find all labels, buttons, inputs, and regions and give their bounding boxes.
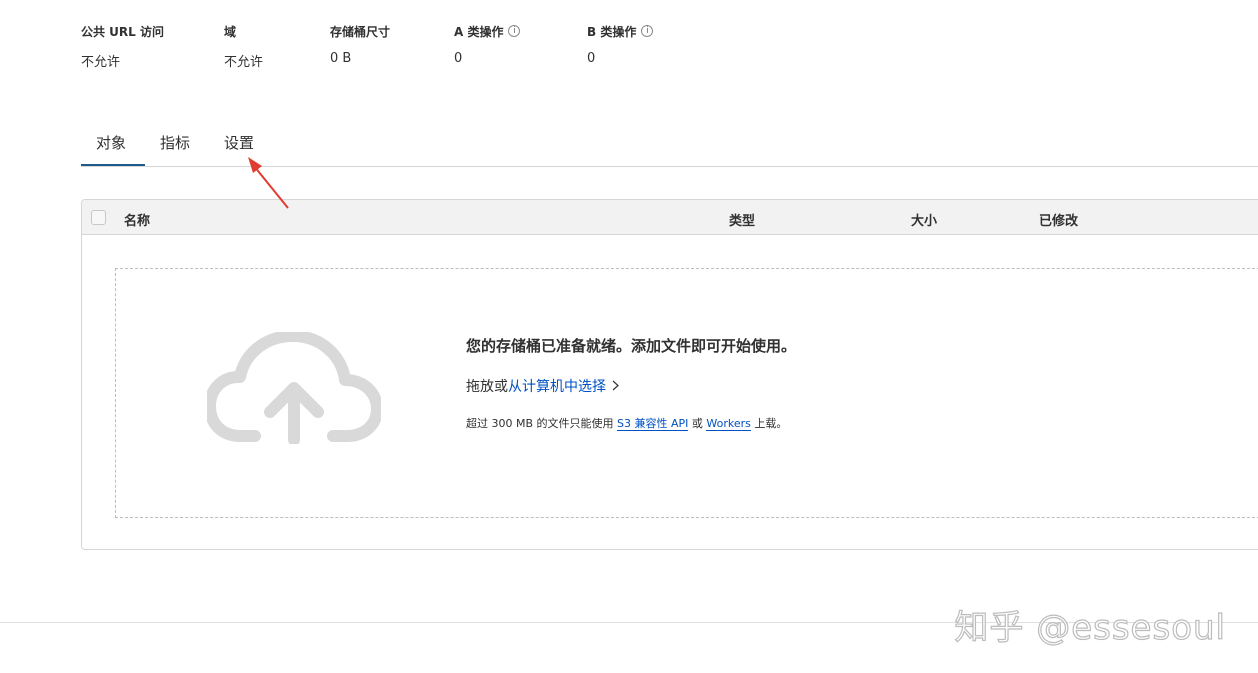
stat-bucket-size: 存储桶尺寸 0 B (330, 23, 391, 67)
s3-api-link[interactable]: S3 兼容性 API (617, 417, 689, 431)
tab-metrics[interactable]: 指标 (160, 132, 190, 153)
tab-objects[interactable]: 对象 (96, 132, 126, 153)
stat-value: 0 B (330, 51, 352, 66)
info-circle-icon[interactable]: i (641, 25, 654, 37)
select-all-checkbox[interactable] (91, 210, 106, 225)
empty-state-drop-hint: 拖放或从计算机中选择 (466, 376, 619, 396)
chevron-right-icon[interactable] (612, 379, 619, 395)
empty-state-title: 您的存储桶已准备就绪。添加文件即可开始使用。 (466, 337, 797, 355)
note-or: 或 (691, 417, 703, 430)
column-header-size[interactable]: 大小 (911, 210, 937, 229)
table-header: 名称 类型 大小 已修改 (82, 200, 1258, 235)
stat-label: 公共 URL 访问 (81, 24, 164, 39)
column-header-modified[interactable]: 已修改 (1039, 210, 1078, 229)
select-from-computer-link[interactable]: 从计算机中选择 (508, 379, 606, 395)
objects-table: 名称 类型 大小 已修改 您的存储桶已准备就绪。添加文件即可开始使用。 拖放或从… (81, 199, 1258, 550)
stat-label: A 类操作 (454, 24, 504, 39)
stat-class-a-ops: A 类操作 i 0 (454, 23, 521, 66)
tab-bar: 对象 指标 设置 (81, 124, 1258, 167)
note-suffix: 上载。 (754, 417, 788, 430)
stat-label: 存储桶尺寸 (330, 24, 391, 39)
stat-label: 域 (224, 24, 237, 39)
note-prefix: 超过 300 MB 的文件只能使用 (466, 417, 614, 430)
watermark: 知乎 @essesoul (954, 607, 1226, 648)
workers-link[interactable]: Workers (706, 417, 751, 431)
info-circle-icon[interactable]: i (508, 25, 521, 37)
stat-class-b-ops: B 类操作 i 0 (587, 23, 654, 66)
drop-prefix: 拖放或 (466, 379, 508, 395)
tab-settings[interactable]: 设置 (224, 132, 254, 153)
active-tab-indicator (81, 164, 145, 166)
cloud-upload-icon (207, 332, 381, 444)
stat-domain: 域 不允许 (224, 23, 264, 71)
stat-public-url: 公共 URL 访问 不允许 (81, 23, 164, 71)
upload-dropzone[interactable]: 您的存储桶已准备就绪。添加文件即可开始使用。 拖放或从计算机中选择 超过 300… (115, 268, 1258, 518)
stat-value: 0 (454, 51, 463, 66)
stat-value: 不允许 (224, 55, 264, 70)
empty-state-note: 超过 300 MB 的文件只能使用 S3 兼容性 API 或 Workers 上… (466, 415, 787, 431)
stat-label: B 类操作 (587, 24, 637, 39)
stat-value: 不允许 (81, 55, 121, 70)
column-header-name[interactable]: 名称 (124, 210, 150, 229)
column-header-type[interactable]: 类型 (729, 210, 755, 229)
stat-value: 0 (587, 51, 596, 66)
